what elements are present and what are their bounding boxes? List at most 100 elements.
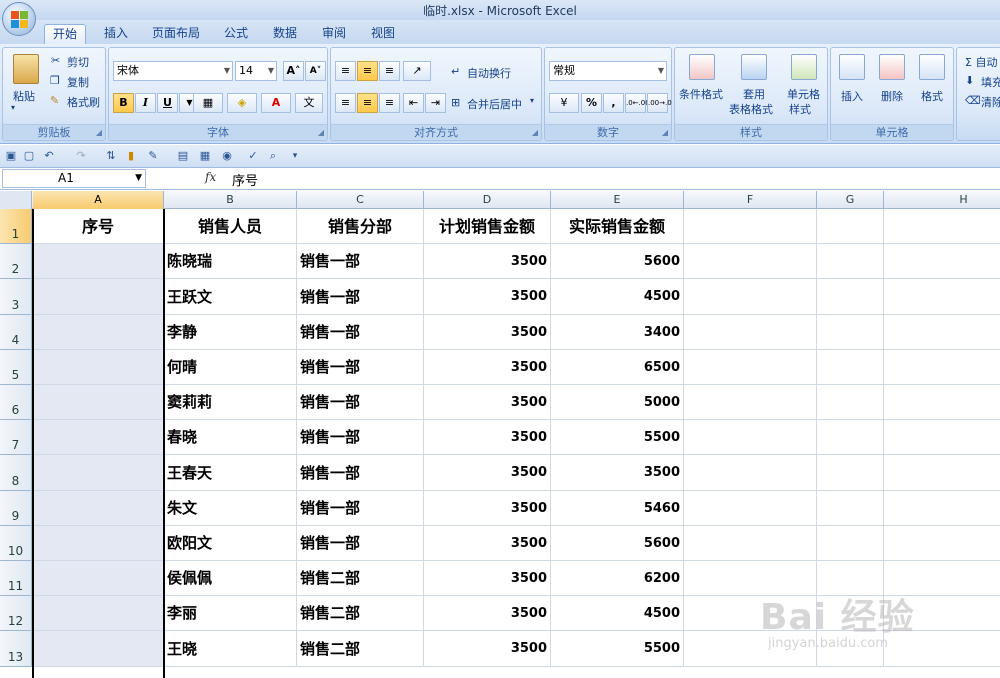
row-header-2[interactable]: 2 [0,244,32,279]
empty-cell[interactable] [684,244,817,279]
table-cell[interactable]: 窦莉莉 [164,385,297,420]
insert-cells-button[interactable]: 插入 [841,88,863,104]
empty-cell[interactable] [884,526,1000,561]
column-header-f[interactable]: F [684,191,817,209]
tab-insert[interactable]: 插入 [95,24,137,44]
phonetic-button[interactable]: 文 [295,93,323,113]
table-cell[interactable]: 3500 [424,350,551,385]
table-cell[interactable]: 朱文 [164,491,297,526]
currency-button[interactable]: ¥ [549,93,579,113]
table-cell[interactable]: 3500 [424,420,551,455]
table-cell[interactable]: 销售一部 [297,315,424,350]
table-cell[interactable]: 5460 [551,491,684,526]
empty-cell[interactable] [33,385,164,420]
fill-color-button[interactable]: ◈ [227,93,257,113]
formula-input[interactable]: 序号 [232,170,258,189]
format-painter-button[interactable]: 格式刷 [67,94,100,110]
column-header-c[interactable]: C [297,191,424,209]
format-cells-icon[interactable] [919,54,945,80]
empty-cell[interactable] [33,526,164,561]
sort-icon[interactable]: ⇅ [104,149,118,163]
table-header-cell[interactable]: 序号 [33,209,164,244]
row-header-1[interactable]: 1 [0,209,32,244]
align-bottom-button[interactable]: ≡ [379,61,400,81]
align-left-button[interactable]: ≡ [335,93,356,113]
redo-icon[interactable]: ↷ [74,149,88,163]
table-cell[interactable]: 销售一部 [297,491,424,526]
empty-cell[interactable] [884,596,1000,631]
table-cell[interactable]: 3400 [551,315,684,350]
font-color-button[interactable]: A [261,93,291,113]
empty-cell[interactable] [884,279,1000,315]
column-header-g[interactable]: G [817,191,884,209]
column-header-a[interactable]: A [33,191,164,209]
empty-cell[interactable] [817,455,884,491]
table-cell[interactable]: 销售二部 [297,631,424,667]
alignment-launcher-icon[interactable]: ◢ [532,128,538,137]
table-cell[interactable]: 李丽 [164,596,297,631]
conditional-format-icon[interactable] [689,54,715,80]
table-cell[interactable]: 销售一部 [297,526,424,561]
empty-cell[interactable] [684,315,817,350]
empty-cell[interactable] [684,561,817,596]
column-header-e[interactable]: E [551,191,684,209]
insert-cells-icon[interactable] [839,54,865,80]
cell-styles-button-line1[interactable]: 单元格 [787,86,820,102]
save-icon[interactable]: ▣ [4,149,18,163]
table-cell[interactable]: 4500 [551,596,684,631]
delete-cells-button[interactable]: 删除 [881,88,903,104]
table-cell[interactable]: 3500 [424,244,551,279]
empty-cell[interactable] [817,561,884,596]
empty-cell[interactable] [684,209,817,244]
empty-cell[interactable] [817,526,884,561]
merge-dropdown-icon[interactable]: ▾ [530,96,534,105]
empty-cell[interactable] [817,385,884,420]
tab-page-layout[interactable]: 页面布局 [146,24,206,44]
customize-qat-icon[interactable]: ▾ [288,149,302,163]
row-header-12[interactable]: 12 [0,596,32,631]
copy-button[interactable]: 复制 [67,74,89,90]
table-cell[interactable]: 王春天 [164,455,297,491]
paste-button[interactable]: 粘贴 [13,88,35,104]
table-cell[interactable]: 6500 [551,350,684,385]
column-header-d[interactable]: D [424,191,551,209]
tab-formulas[interactable]: 公式 [215,24,257,44]
empty-cell[interactable] [33,420,164,455]
empty-cell[interactable] [884,244,1000,279]
clear-button[interactable]: 清除 [981,94,1000,110]
table-cell[interactable]: 销售一部 [297,279,424,315]
table-cell[interactable]: 3500 [424,631,551,667]
empty-cell[interactable] [33,596,164,631]
table-cell[interactable]: 5000 [551,385,684,420]
table-cell[interactable]: 4500 [551,279,684,315]
align-right-button[interactable]: ≡ [379,93,400,113]
form-icon[interactable]: ▤ [176,149,190,163]
empty-cell[interactable] [817,350,884,385]
empty-cell[interactable] [684,350,817,385]
table-cell[interactable]: 销售二部 [297,596,424,631]
decrease-decimal-button[interactable]: .00→.0 [647,93,672,113]
table-icon[interactable]: ▦ [198,149,212,163]
table-cell[interactable]: 3500 [424,315,551,350]
table-cell[interactable]: 3500 [424,279,551,315]
row-header-9[interactable]: 9 [0,491,32,526]
tab-view[interactable]: 视图 [362,24,404,44]
empty-cell[interactable] [884,491,1000,526]
align-top-button[interactable]: ≡ [335,61,356,81]
tab-home[interactable]: 开始 [44,24,86,44]
table-cell[interactable]: 销售一部 [297,350,424,385]
column-header-h[interactable]: H [884,191,1000,209]
autosum-button[interactable]: Σ 自动 [965,54,997,70]
paste-dropdown-icon[interactable]: ▾ [11,103,15,112]
table-cell[interactable]: 销售一部 [297,420,424,455]
insert-function-button[interactable]: fx [205,170,216,184]
empty-cell[interactable] [817,244,884,279]
empty-cell[interactable] [817,420,884,455]
increase-indent-button[interactable]: ⇥ [425,93,446,113]
format-as-table-button-line1[interactable]: 套用 [743,86,765,102]
camera-icon[interactable]: ◉ [220,149,234,163]
tab-review[interactable]: 审阅 [313,24,355,44]
undo-icon[interactable]: ↶ [42,149,56,163]
empty-cell[interactable] [684,385,817,420]
format-as-table-button-line2[interactable]: 表格格式 [729,101,773,117]
